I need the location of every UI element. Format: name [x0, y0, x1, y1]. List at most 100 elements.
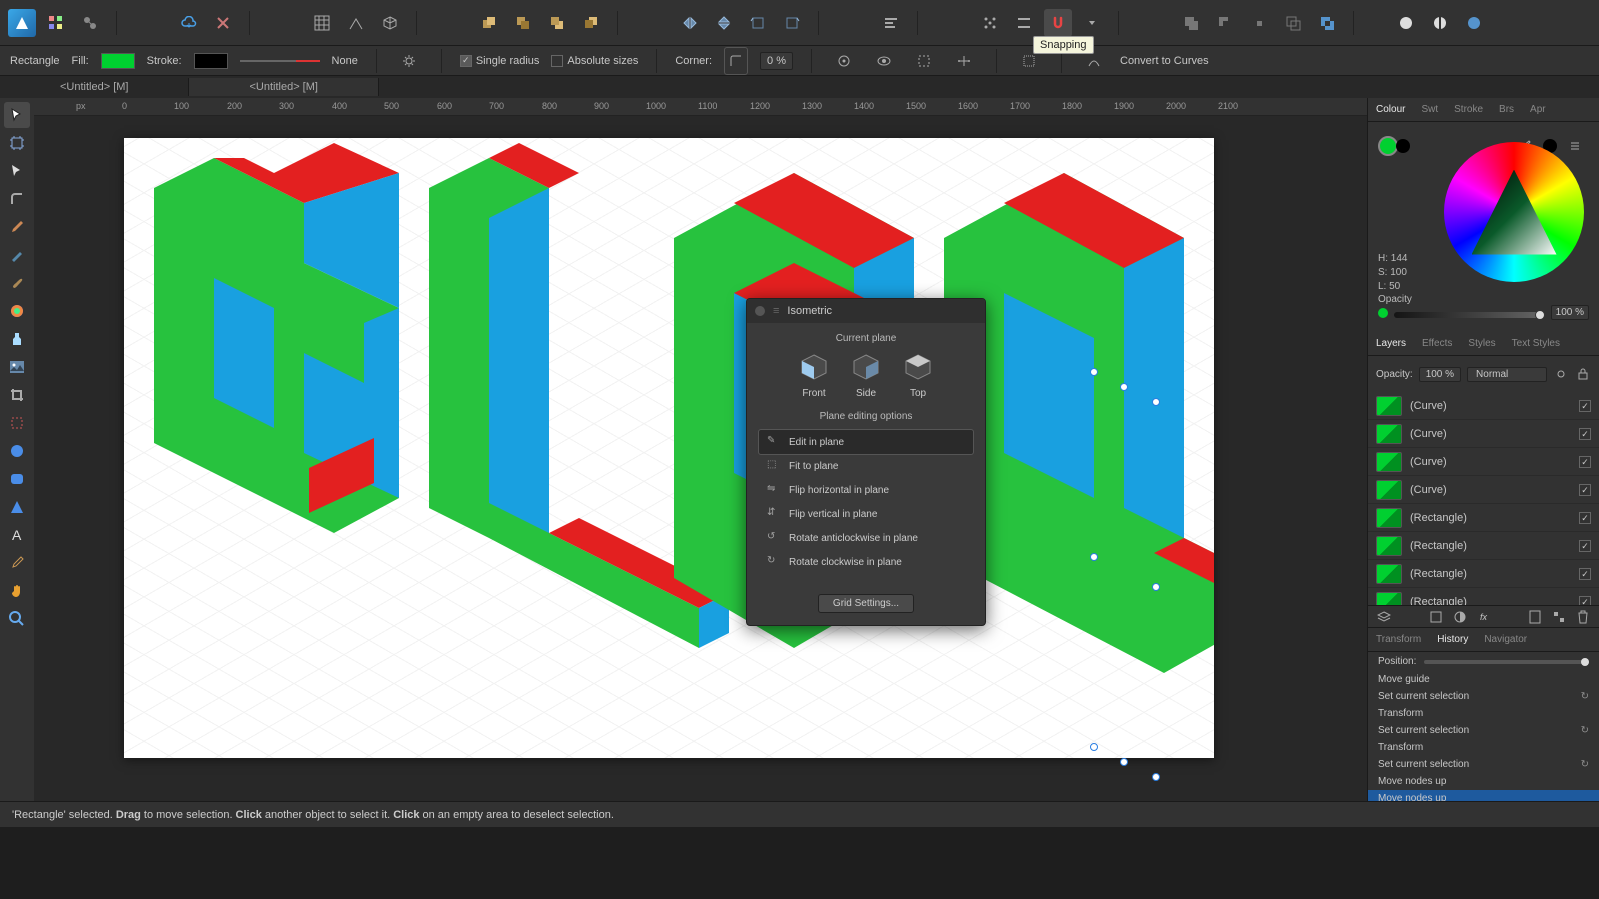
shape-tool[interactable]: [4, 410, 30, 436]
layer-item[interactable]: (Curve)✓: [1368, 476, 1599, 504]
history-item[interactable]: Move nodes up: [1368, 790, 1599, 801]
move-forward-icon[interactable]: [509, 9, 537, 37]
flip-horizontal-plane-button[interactable]: ⇋Flip horizontal in plane: [759, 478, 973, 502]
fill-tool[interactable]: [4, 298, 30, 324]
selection-handle[interactable]: [1090, 743, 1098, 751]
fill-swatch[interactable]: [101, 53, 135, 69]
flip-horizontal-icon[interactable]: [676, 9, 704, 37]
axis-manager-icon[interactable]: [342, 9, 370, 37]
selection-handle[interactable]: [1152, 398, 1160, 406]
move-tool[interactable]: [4, 102, 30, 128]
history-item[interactable]: Transform: [1368, 739, 1599, 756]
tab-brushes[interactable]: Brs: [1491, 104, 1522, 115]
pencil-tool[interactable]: [4, 242, 30, 268]
corner-tool[interactable]: [4, 186, 30, 212]
close-icon[interactable]: [755, 306, 765, 316]
crop-tool[interactable]: [4, 382, 30, 408]
transparency-tool[interactable]: [4, 326, 30, 352]
rounded-rect-tool[interactable]: [4, 466, 30, 492]
stroke-colour-swatch[interactable]: [1396, 139, 1410, 153]
isometric-panel[interactable]: ≡ Isometric Current plane Front Side Top…: [746, 298, 986, 626]
history-item[interactable]: Set current selection↻: [1368, 722, 1599, 739]
selection-handle[interactable]: [1152, 773, 1160, 781]
layer-item[interactable]: (Rectangle)✓: [1368, 504, 1599, 532]
text-tool[interactable]: A: [4, 522, 30, 548]
tab-styles[interactable]: Styles: [1460, 338, 1503, 349]
boolean-subtract-icon[interactable]: [1211, 9, 1239, 37]
view-split-icon[interactable]: [1426, 9, 1454, 37]
flip-vertical-plane-button[interactable]: ⇵Flip vertical in plane: [759, 502, 973, 526]
isometric-panel-titlebar[interactable]: ≡ Isometric: [747, 299, 985, 323]
absolute-sizes-checkbox[interactable]: Absolute sizes: [551, 55, 638, 67]
colour-menu-icon[interactable]: [1561, 132, 1589, 160]
pen-tool[interactable]: [4, 214, 30, 240]
transform-origin-icon[interactable]: [830, 47, 858, 75]
ellipse-tool[interactable]: [4, 438, 30, 464]
gear-icon[interactable]: [395, 47, 423, 75]
rotate-cw-icon[interactable]: [778, 9, 806, 37]
stroke-swatch[interactable]: [194, 53, 228, 69]
history-item[interactable]: Move nodes up: [1368, 773, 1599, 790]
corner-value-input[interactable]: 0 %: [760, 52, 793, 70]
snapping-options-icon[interactable]: [1078, 9, 1106, 37]
grid-settings-button[interactable]: Grid Settings...: [818, 594, 914, 613]
brush-tool[interactable]: [4, 270, 30, 296]
place-image-tool[interactable]: [4, 354, 30, 380]
selection-handle[interactable]: [1152, 583, 1160, 591]
guide-snap-icon[interactable]: [1010, 9, 1038, 37]
eyedropper-tool[interactable]: [4, 550, 30, 576]
persona-pixel-icon[interactable]: [76, 9, 104, 37]
canvas-area[interactable]: px 0 100 200 300 400 500 600 700 800 900…: [34, 98, 1367, 801]
tab-stroke[interactable]: Stroke: [1446, 104, 1491, 115]
plane-front-button[interactable]: Front: [799, 352, 829, 399]
snap-bounds-icon[interactable]: [910, 47, 938, 75]
node-tool[interactable]: [4, 158, 30, 184]
tab-appearance[interactable]: Apr: [1522, 104, 1554, 115]
isometric-icon[interactable]: [376, 9, 404, 37]
layer-settings-icon[interactable]: [1553, 360, 1569, 388]
selection-handle[interactable]: [1120, 758, 1128, 766]
opacity-slider[interactable]: [1394, 312, 1545, 318]
tab-swatches[interactable]: Swt: [1413, 104, 1446, 115]
layer-item[interactable]: (Curve)✓: [1368, 420, 1599, 448]
history-item[interactable]: Set current selection↻: [1368, 756, 1599, 773]
layer-item[interactable]: (Curve)✓: [1368, 448, 1599, 476]
triangle-tool[interactable]: [4, 494, 30, 520]
colour-wheel[interactable]: [1444, 142, 1584, 282]
selection-handle[interactable]: [1120, 383, 1128, 391]
single-radius-checkbox[interactable]: ✓Single radius: [460, 55, 540, 67]
boolean-divide-icon[interactable]: [1279, 9, 1307, 37]
history-item[interactable]: Move guide: [1368, 671, 1599, 688]
layer-lock-icon[interactable]: [1575, 360, 1591, 388]
selection-handle[interactable]: [1090, 553, 1098, 561]
history-item[interactable]: Set current selection↻: [1368, 688, 1599, 705]
tab-transform[interactable]: Transform: [1368, 634, 1429, 645]
rotate-ccw-plane-button[interactable]: ↺Rotate anticlockwise in plane: [759, 526, 973, 550]
fill-colour-swatch[interactable]: [1378, 136, 1398, 156]
tab-colour[interactable]: Colour: [1368, 104, 1413, 115]
edit-in-plane-button[interactable]: ✎Edit in plane: [759, 430, 973, 454]
tab-history[interactable]: History: [1429, 634, 1476, 645]
view-single-icon[interactable]: [1392, 9, 1420, 37]
rotate-ccw-icon[interactable]: [744, 9, 772, 37]
artboard-tool[interactable]: [4, 130, 30, 156]
tab-layers[interactable]: Layers: [1368, 338, 1414, 349]
tab-text-styles[interactable]: Text Styles: [1504, 338, 1568, 349]
opacity-value[interactable]: 100 %: [1551, 305, 1589, 320]
tab-navigator[interactable]: Navigator: [1476, 634, 1535, 645]
flip-vertical-icon[interactable]: [710, 9, 738, 37]
alignment-handles-icon[interactable]: [950, 47, 978, 75]
colour-triangle[interactable]: [1472, 170, 1557, 255]
selection-handle[interactable]: [1090, 368, 1098, 376]
move-back-icon[interactable]: [577, 9, 605, 37]
layer-opacity-input[interactable]: 100 %: [1419, 367, 1461, 382]
autocorrect-icon[interactable]: [209, 9, 237, 37]
move-backward-icon[interactable]: [543, 9, 571, 37]
plane-top-button[interactable]: Top: [903, 352, 933, 399]
move-front-icon[interactable]: [475, 9, 503, 37]
grid-snap-icon[interactable]: [976, 9, 1004, 37]
zoom-tool[interactable]: [4, 606, 30, 632]
blend-mode-select[interactable]: Normal: [1467, 367, 1547, 382]
grid-toggle-icon[interactable]: [308, 9, 336, 37]
boolean-xor-icon[interactable]: [1313, 9, 1341, 37]
